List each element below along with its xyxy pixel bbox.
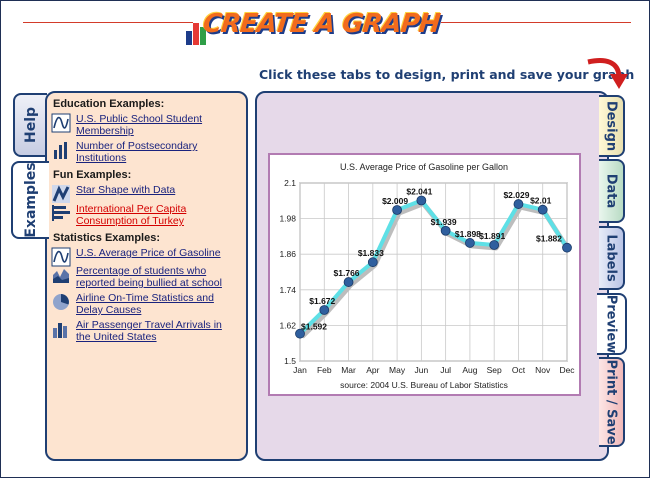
education-examples-title: Education Examples: (53, 98, 165, 110)
x-tick-label: Nov (535, 365, 551, 375)
data-point (343, 277, 354, 287)
y-tick-label: 1.62 (279, 320, 296, 330)
example-link[interactable]: Percentage of students who reported being… (76, 265, 222, 289)
chart-title: U.S. Average Price of Gasoline per Gallo… (340, 162, 508, 172)
data-point (489, 240, 500, 250)
graph-preview: U.S. Average Price of Gasoline per Gallo… (268, 153, 581, 396)
data-label: $2.009 (382, 196, 408, 206)
example-link[interactable]: Air Passenger Travel Arrivals in the Unit… (76, 319, 222, 343)
data-label: $2.01 (530, 196, 552, 206)
bar-graph-icon (53, 323, 67, 338)
data-point (392, 205, 402, 215)
tab-examples-label: Examples (23, 162, 39, 238)
tab-design[interactable]: Design (599, 95, 625, 157)
data-point (440, 225, 451, 236)
chart-source: source: 2004 U.S. Bureau of Labor Statis… (340, 380, 508, 390)
data-label: $1.833 (358, 248, 384, 258)
data-label: $1.882 (536, 234, 562, 244)
line-graph-icon (51, 113, 71, 133)
data-label: $1.592 (301, 322, 327, 332)
examples-panel: Education Examples: U.S. Public School S… (45, 91, 248, 461)
example-link[interactable]: Star Shape with Data (76, 184, 175, 196)
logo-text: CREATE A GRAPH (201, 9, 442, 39)
data-point (513, 199, 524, 209)
create-a-graph-app: CREATE A GRAPH Click these tabs to desig… (1, 1, 650, 478)
data-label: $2.041 (406, 187, 432, 197)
x-tick-label: May (389, 365, 406, 375)
data-point (319, 305, 330, 315)
example-airline-ontime[interactable]: Airline On-Time Statistics and Delay Caus… (51, 292, 246, 318)
x-tick-label: Oct (512, 365, 526, 375)
fun-examples-title: Fun Examples: (53, 169, 132, 181)
header-rule-right (441, 22, 631, 23)
tab-help[interactable]: Help (13, 93, 47, 157)
y-tick-label: 1.98 (279, 214, 296, 224)
x-tick-label: Feb (317, 365, 332, 375)
x-tick-label: Jul (440, 365, 451, 375)
area-graph-icon (53, 269, 69, 283)
data-point (416, 195, 427, 206)
x-tick-label: Dec (559, 365, 575, 375)
create-a-graph-logo[interactable]: CREATE A GRAPH (186, 7, 442, 45)
data-label: $1.891 (479, 231, 505, 241)
curved-arrow-icon (587, 58, 628, 89)
line-graph-icon (51, 247, 71, 267)
tab-preview[interactable]: Preview (597, 293, 627, 355)
x-tick-label: Jan (293, 365, 307, 375)
x-tick-label: Aug (462, 365, 477, 375)
tab-preview-label: Preview (603, 294, 619, 354)
tab-data-label: Data (603, 173, 619, 209)
xy-graph-icon (52, 185, 70, 203)
x-tick-label: Mar (341, 365, 356, 375)
horizontal-bar-icon (52, 205, 70, 221)
example-link[interactable]: U.S. Public School Student Membership (76, 113, 202, 137)
data-point (367, 257, 378, 268)
tab-examples[interactable]: Examples (11, 161, 49, 239)
statistics-examples-title: Statistics Examples: (53, 232, 160, 244)
gasoline-line-chart: U.S. Average Price of Gasoline per Gallo… (279, 162, 575, 390)
x-tick-label: Sep (487, 365, 502, 375)
example-air-passenger[interactable]: Air Passenger Travel Arrivals in the Unit… (51, 319, 246, 345)
tab-help-label: Help (23, 106, 39, 144)
tab-print-save-label: Print / Save (603, 359, 619, 445)
example-turkey-consumption[interactable]: International Per Capita Consumption of T… (51, 203, 246, 229)
y-tick-label: 1.74 (279, 285, 296, 295)
data-label: $1.672 (309, 296, 335, 306)
pie-chart-icon (53, 294, 69, 310)
tab-labels[interactable]: Labels (599, 226, 625, 290)
data-point (537, 204, 548, 215)
tab-data[interactable]: Data (599, 159, 625, 223)
data-label: $1.766 (334, 268, 360, 278)
example-link[interactable]: U.S. Average Price of Gasoline (76, 247, 221, 259)
y-tick-label: 1.86 (279, 249, 296, 259)
bar-graph-icon (54, 142, 67, 159)
example-link-active[interactable]: International Per Capita Consumption of T… (76, 203, 186, 227)
data-point (562, 242, 572, 253)
chart-series: $1.592 $1.672 $1.766 $1.833 $2.009$2.041 $1.9… (295, 187, 572, 339)
example-bullied-students[interactable]: Percentage of students who reported being… (51, 265, 246, 291)
example-us-public-school[interactable]: U.S. Public School Student Membership (51, 113, 246, 139)
data-label: $2.029 (503, 190, 529, 200)
tab-labels-label: Labels (603, 234, 619, 282)
x-tick-label: Jun (415, 365, 429, 375)
tab-design-label: Design (603, 100, 619, 152)
example-link[interactable]: Number of Postsecondary Institutions (76, 140, 197, 164)
data-label: $1.898 (455, 229, 481, 239)
data-point (465, 238, 475, 248)
data-label: $1.939 (431, 217, 457, 227)
example-postsecondary[interactable]: Number of Postsecondary Institutions (51, 140, 246, 166)
tab-print-save[interactable]: Print / Save (599, 357, 625, 447)
x-tick-label: Apr (366, 365, 379, 375)
tabs-hint: Click these tabs to design, print and sa… (259, 67, 635, 82)
y-tick-label: 2.1 (284, 178, 296, 188)
example-link[interactable]: Airline On-Time Statistics and Delay Caus… (76, 292, 214, 316)
header-rule-left (23, 22, 193, 23)
